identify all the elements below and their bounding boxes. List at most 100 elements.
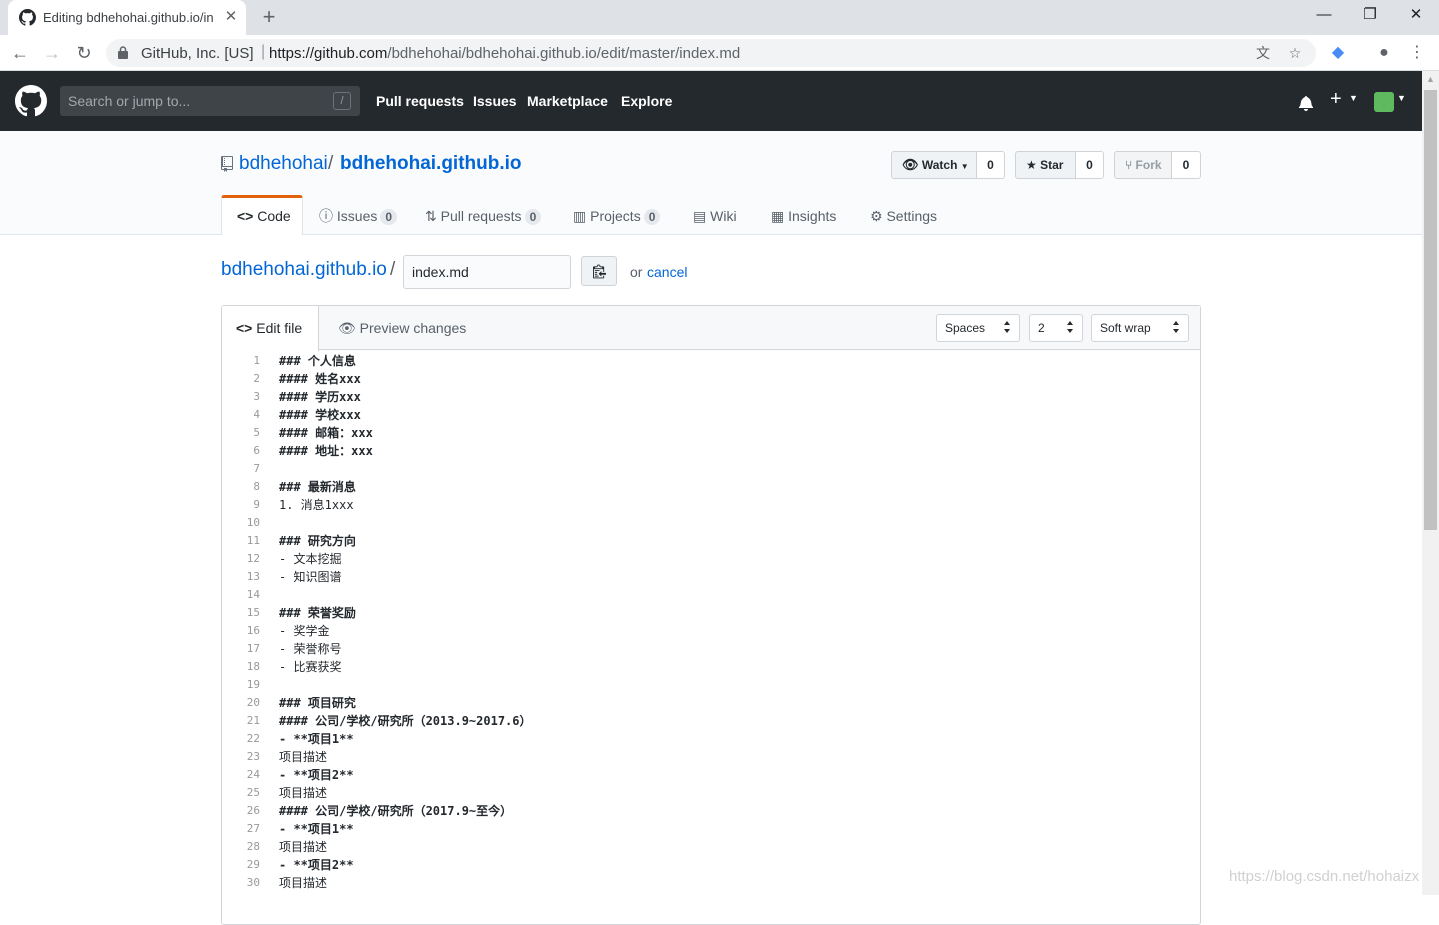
code-line[interactable]: 12 - 文本挖掘 xyxy=(222,550,1200,568)
tab-preview-changes[interactable]: 👁 Preview changes xyxy=(338,306,466,350)
avatar-chevron-down-icon[interactable]: ▼ xyxy=(1397,93,1406,103)
line-content[interactable]: - **项目1** xyxy=(279,730,354,748)
line-content[interactable]: #### 地址：xxx xyxy=(279,442,373,460)
breadcrumb-repo-link[interactable]: bdhehohai.github.io xyxy=(221,259,387,281)
code-line[interactable]: 16 - 奖学金 xyxy=(222,622,1200,640)
search-box[interactable]: / xyxy=(60,86,360,116)
code-line[interactable]: 20 ### 项目研究 xyxy=(222,694,1200,712)
code-line[interactable]: 5 #### 邮箱：xxx xyxy=(222,424,1200,442)
line-content[interactable]: ### 个人信息 xyxy=(279,352,356,370)
watch-count[interactable]: 0 xyxy=(977,151,1005,179)
search-input[interactable] xyxy=(60,86,320,116)
line-content[interactable]: - **项目1** xyxy=(279,820,354,838)
code-line[interactable]: 11 ### 研究方向 xyxy=(222,532,1200,550)
create-new-plus-icon[interactable]: + xyxy=(1330,88,1342,111)
forward-icon[interactable]: → xyxy=(40,41,64,65)
nav-marketplace[interactable]: Marketplace xyxy=(527,93,608,109)
translate-icon[interactable]: 文 xyxy=(1254,44,1272,62)
line-content[interactable]: #### 学历xxx xyxy=(279,388,361,406)
fork-button[interactable]: ⑂ Fork xyxy=(1114,151,1172,179)
code-line[interactable]: 6 #### 地址：xxx xyxy=(222,442,1200,460)
line-content[interactable]: #### 公司/学校/研究所（2017.9~至今） xyxy=(279,802,512,820)
code-line[interactable]: 24 - **项目2** xyxy=(222,766,1200,784)
code-line[interactable]: 22 - **项目1** xyxy=(222,730,1200,748)
nav-pull-requests[interactable]: Pull requests xyxy=(376,93,464,109)
menu-kebab-icon[interactable]: ⋮ xyxy=(1406,42,1428,64)
line-content[interactable]: - **项目2** xyxy=(279,766,354,784)
watch-button[interactable]: 👁 Watch ▼ xyxy=(891,151,977,179)
code-line[interactable]: 13 - 知识图谱 xyxy=(222,568,1200,586)
line-content[interactable]: #### 姓名xxx xyxy=(279,370,361,388)
scroll-up-icon[interactable]: ▲ xyxy=(1422,71,1439,88)
code-line[interactable]: 27 - **项目1** xyxy=(222,820,1200,838)
line-content[interactable]: - 奖学金 xyxy=(279,622,329,640)
code-area[interactable]: 1 ### 个人信息 2 #### 姓名xxx 3 #### 学历xxx 4 #### 学校x… xyxy=(222,352,1200,892)
repo-name-link[interactable]: bdhehohai.github.io xyxy=(340,153,522,175)
tab-settings[interactable]: ⚙ Settings xyxy=(870,201,937,235)
code-line[interactable]: 18 - 比赛获奖 xyxy=(222,658,1200,676)
line-content[interactable]: - 比赛获奖 xyxy=(279,658,341,676)
indent-mode-select[interactable]: Spaces xyxy=(936,314,1020,342)
filename-field[interactable] xyxy=(403,255,571,289)
avatar[interactable] xyxy=(1374,92,1394,112)
code-line[interactable]: 2 #### 姓名xxx xyxy=(222,370,1200,388)
restore-icon[interactable]: ❐ xyxy=(1356,6,1384,26)
cancel-link[interactable]: cancel xyxy=(647,264,687,280)
line-content[interactable]: - 荣誉称号 xyxy=(279,640,341,658)
repo-owner-link[interactable]: bdhehohai xyxy=(239,153,328,175)
code-line[interactable]: 9 1. 消息1xxx xyxy=(222,496,1200,514)
code-line[interactable]: 23 项目描述 xyxy=(222,748,1200,766)
code-line[interactable]: 10 xyxy=(222,514,1200,532)
nav-issues[interactable]: Issues xyxy=(473,93,517,109)
nav-explore[interactable]: Explore xyxy=(621,93,672,109)
line-content[interactable]: ### 荣誉奖励 xyxy=(279,604,356,622)
bookmark-star-icon[interactable]: ☆ xyxy=(1286,44,1304,62)
minimize-icon[interactable]: — xyxy=(1310,6,1338,26)
code-line[interactable]: 3 #### 学历xxx xyxy=(222,388,1200,406)
scrollbar-thumb[interactable] xyxy=(1424,90,1437,530)
line-content[interactable]: 项目描述 xyxy=(279,784,327,802)
copy-path-button[interactable] xyxy=(581,256,617,286)
code-line[interactable]: 19 xyxy=(222,676,1200,694)
line-content[interactable]: #### 公司/学校/研究所（2013.9~2017.6） xyxy=(279,712,532,730)
browser-tab[interactable]: Editing bdhehohai.github.io/in ✕ xyxy=(8,0,246,35)
code-line[interactable]: 4 #### 学校xxx xyxy=(222,406,1200,424)
code-line[interactable]: 26 #### 公司/学校/研究所（2017.9~至今） xyxy=(222,802,1200,820)
tab-projects[interactable]: ▥ Projects 0 xyxy=(573,201,661,235)
code-line[interactable]: 17 - 荣誉称号 xyxy=(222,640,1200,658)
github-logo-icon[interactable] xyxy=(15,85,47,117)
line-content[interactable]: ### 项目研究 xyxy=(279,694,356,712)
fork-count[interactable]: 0 xyxy=(1172,151,1201,179)
star-button[interactable]: ★ Star xyxy=(1015,151,1076,179)
line-content[interactable]: #### 学校xxx xyxy=(279,406,361,424)
line-content[interactable]: - 文本挖掘 xyxy=(279,550,341,568)
close-window-icon[interactable]: ✕ xyxy=(1402,6,1430,26)
tab-close-icon[interactable]: ✕ xyxy=(223,9,239,25)
code-line[interactable]: 1 ### 个人信息 xyxy=(222,352,1200,370)
line-content[interactable]: 1. 消息1xxx xyxy=(279,496,354,514)
line-content[interactable]: 项目描述 xyxy=(279,838,327,856)
tab-edit-file[interactable]: <> Edit file xyxy=(222,306,319,351)
code-line[interactable]: 7 xyxy=(222,460,1200,478)
address-bar[interactable]: GitHub, Inc. [US] | https://github.com/b… xyxy=(106,39,1316,67)
tab-wiki[interactable]: ▤ Wiki xyxy=(693,201,737,235)
line-content[interactable]: 项目描述 xyxy=(279,748,327,766)
code-line[interactable]: 14 xyxy=(222,586,1200,604)
wrap-mode-select[interactable]: Soft wrap xyxy=(1091,314,1189,342)
star-count[interactable]: 0 xyxy=(1076,151,1104,179)
back-icon[interactable]: ← xyxy=(8,41,32,65)
extension-icon[interactable]: ◆ xyxy=(1327,42,1349,64)
tab-insights[interactable]: ▦ Insights xyxy=(771,201,836,235)
line-content[interactable]: ### 研究方向 xyxy=(279,532,356,550)
code-line[interactable]: 15 ### 荣誉奖励 xyxy=(222,604,1200,622)
tab-pull-requests[interactable]: ⇅ Pull requests 0 xyxy=(425,201,542,235)
line-content[interactable]: #### 邮箱：xxx xyxy=(279,424,373,442)
new-tab-icon[interactable]: + xyxy=(257,6,281,30)
line-content[interactable]: - 知识图谱 xyxy=(279,568,341,586)
reload-icon[interactable]: ↻ xyxy=(72,41,96,65)
code-line[interactable]: 25 项目描述 xyxy=(222,784,1200,802)
profile-icon[interactable]: ● xyxy=(1373,42,1395,64)
tab-issues[interactable]: ⓘ Issues 0 xyxy=(319,201,398,235)
tab-code[interactable]: <> Code xyxy=(237,201,291,235)
code-line[interactable]: 21 #### 公司/学校/研究所（2013.9~2017.6） xyxy=(222,712,1200,730)
